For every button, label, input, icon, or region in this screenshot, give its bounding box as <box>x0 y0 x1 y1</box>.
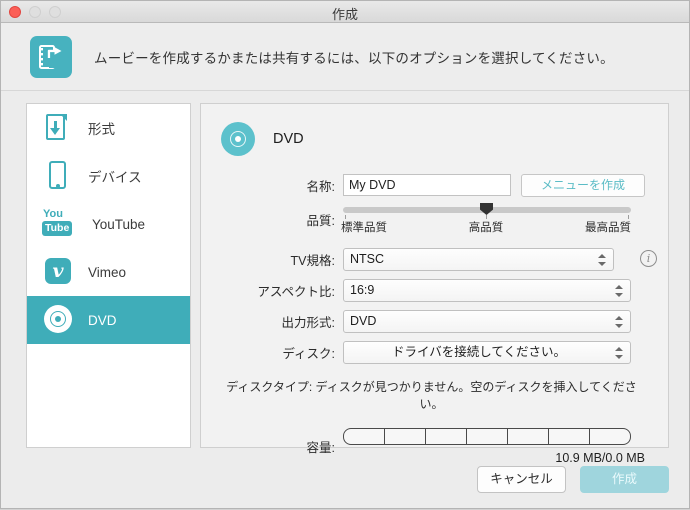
vimeo-icon: v <box>42 255 72 289</box>
dialog-body: 形式 デバイス You Tube YouTube v Vimeo DVD DVD… <box>1 91 689 465</box>
chevron-updown-icon <box>598 253 606 267</box>
tv-standard-select[interactable]: NTSC <box>343 248 614 271</box>
header-banner: ムービーを作成するかまたは共有するには、以下のオプションを選択してください。 <box>1 23 689 91</box>
tv-standard-value: NTSC <box>350 252 385 266</box>
disc-label: ディスク: <box>282 347 335 361</box>
dvd-settings-panel: DVD 名称: メニューを作成 品質: <box>200 103 669 465</box>
sidebar-item-label: YouTube <box>92 216 146 232</box>
info-icon[interactable]: i <box>640 250 657 267</box>
capacity-segment <box>344 429 385 444</box>
aspect-ratio-select[interactable]: 16:9 <box>343 279 631 302</box>
output-format-select[interactable]: DVD <box>343 310 631 333</box>
disc-type-status: ディスクタイプ: ディスクが見つかりません。空のディスクを挿入してください。 <box>219 378 650 412</box>
slider-label-mid: 高品質 <box>468 222 504 234</box>
disc-value: ドライバを接続してください。 <box>391 345 566 359</box>
panel-title: DVD <box>273 131 304 147</box>
output-format-value: DVD <box>350 314 377 328</box>
disc-type-message: ディスクが見つかりません。空のディスクを挿入してください。 <box>315 380 637 411</box>
cancel-button[interactable]: キャンセル <box>477 465 566 493</box>
output-format-label: 出力形式: <box>281 316 335 330</box>
quality-row: 品質: 標準品質 高品質 最高品質 <box>219 203 650 234</box>
capacity-segment <box>590 429 630 444</box>
youtube-icon: You Tube <box>42 207 76 241</box>
sidebar-item-dvd[interactable]: DVD <box>27 296 190 344</box>
quality-slider[interactable]: 標準品質 高品質 最高品質 <box>341 203 631 234</box>
capacity-segment <box>426 429 467 444</box>
capacity-segment <box>549 429 590 444</box>
tv-standard-row: TV規格: NTSC i <box>219 248 657 271</box>
sidebar-item-label: 形式 <box>88 122 115 137</box>
chevron-updown-icon <box>615 315 623 329</box>
sidebar-item-youtube[interactable]: You Tube YouTube <box>27 200 190 248</box>
capacity-segment <box>508 429 549 444</box>
slider-label-max: 最高品質 <box>585 222 631 234</box>
sidebar-item-label: DVD <box>88 312 117 328</box>
capacity-label: 容量: <box>306 441 335 455</box>
quality-label: 品質: <box>306 213 335 228</box>
aspect-ratio-label: アスペクト比: <box>257 285 335 299</box>
capacity-size-text: 10.9 MB/0.0 MB <box>555 451 645 465</box>
settings-form: 名称: メニューを作成 品質: <box>219 174 657 465</box>
disc-type-label: ディスクタイプ: <box>226 380 313 394</box>
sidebar-item-label: デバイス <box>88 170 142 185</box>
panel-header: DVD <box>221 122 650 156</box>
capacity-segment <box>385 429 426 444</box>
sidebar-item-device[interactable]: デバイス <box>27 152 190 200</box>
header-message: ムービーを作成するかまたは共有するには、以下のオプションを選択してください。 <box>94 50 614 66</box>
document-download-icon <box>42 111 72 145</box>
disc-select[interactable]: ドライバを接続してください。 <box>343 341 631 364</box>
phone-icon <box>42 159 72 193</box>
slider-thumb[interactable] <box>480 203 493 215</box>
dvd-disc-icon <box>42 303 72 337</box>
destination-sidebar: 形式 デバイス You Tube YouTube v Vimeo DVD <box>26 103 191 448</box>
sidebar-item-format[interactable]: 形式 <box>27 104 190 152</box>
window-title: 作成 <box>331 7 358 22</box>
title-bar: 作成 <box>1 1 689 23</box>
output-format-row: 出力形式: DVD <box>219 310 650 333</box>
youtube-icon-bottom-text: Tube <box>42 221 73 236</box>
capacity-row: 容量: 10.9 MB/0.0 MB <box>219 428 650 465</box>
aspect-ratio-value: 16:9 <box>350 283 375 297</box>
sidebar-item-label: Vimeo <box>88 264 127 280</box>
aspect-ratio-row: アスペクト比: 16:9 <box>219 279 650 302</box>
chevron-updown-icon <box>615 284 623 298</box>
sidebar-item-vimeo[interactable]: v Vimeo <box>27 248 190 296</box>
disc-row: ディスク: ドライバを接続してください。 <box>219 341 650 364</box>
create-button[interactable]: 作成 <box>580 465 669 493</box>
slider-label-min: 標準品質 <box>341 222 387 234</box>
capacity-segment <box>467 429 508 444</box>
share-movie-icon <box>30 35 72 78</box>
create-dialog-window: 作成 ムービーを作成するかまたは共有するには、以下のオプションを選択してください… <box>0 0 690 509</box>
dvd-disc-icon <box>221 122 255 156</box>
name-label: 名称: <box>306 179 335 194</box>
chevron-updown-icon <box>615 346 623 360</box>
name-row: 名称: メニューを作成 <box>219 174 650 197</box>
youtube-icon-top-text: You <box>43 208 63 220</box>
vimeo-icon-text: v <box>52 260 64 282</box>
create-menu-button[interactable]: メニューを作成 <box>521 174 645 197</box>
capacity-bar <box>343 428 631 445</box>
tv-standard-label: TV規格: <box>290 254 335 268</box>
name-input[interactable] <box>343 174 511 196</box>
